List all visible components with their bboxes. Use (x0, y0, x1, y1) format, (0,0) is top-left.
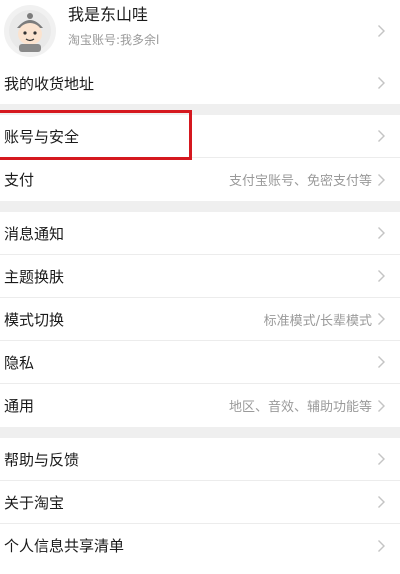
settings-item-label: 通用 (4, 397, 35, 415)
profile-account: 淘宝账号:我多余l (68, 32, 160, 47)
chevron-right-icon (378, 539, 385, 552)
settings-item-label: 账号与安全 (4, 127, 80, 146)
profile-header[interactable]: 我是东山哇 淘宝账号:我多余l (0, 0, 400, 62)
settings-item-mode-switch[interactable]: 模式切换 标准模式/长辈模式 (0, 298, 400, 341)
settings-item-value: 地区、音效、辅助功能等 (228, 400, 372, 415)
chevron-right-icon (378, 270, 385, 282)
settings-item-personal-info-list[interactable]: 个人信息共享清单 (0, 524, 400, 567)
chevron-right-icon (378, 399, 385, 412)
avatar-cartoon-icon (9, 10, 51, 52)
settings-item-label: 关于淘宝 (4, 493, 65, 512)
chevron-right-icon (378, 173, 385, 186)
chevron-right-icon (378, 496, 385, 508)
settings-item-label: 模式切换 (4, 310, 65, 329)
settings-item-about[interactable]: 关于淘宝 (0, 481, 400, 524)
settings-item-notifications[interactable]: 消息通知 (0, 212, 400, 255)
chevron-right-icon (378, 453, 385, 465)
settings-item-value: 支付宝账号、免密支付等 (228, 174, 372, 189)
chevron-right-icon (378, 313, 385, 325)
chevron-right-icon (378, 77, 385, 89)
settings-item-label: 我的收货地址 (4, 74, 95, 93)
section-divider (0, 427, 400, 438)
chevron-right-icon (378, 25, 385, 37)
settings-item-label: 消息通知 (4, 224, 65, 243)
settings-item-account-security[interactable]: 账号与安全 (0, 115, 400, 158)
profile-name: 我是东山哇 (68, 4, 149, 24)
settings-item-theme[interactable]: 主题换肤 (0, 255, 400, 298)
settings-item-privacy[interactable]: 隐私 (0, 341, 400, 384)
avatar[interactable] (4, 5, 56, 57)
settings-item-label: 隐私 (4, 353, 35, 372)
section-divider (0, 201, 400, 212)
chevron-right-icon (378, 227, 385, 239)
chevron-right-icon (378, 130, 385, 142)
settings-item-label: 个人信息共享清单 (4, 537, 125, 555)
settings-item-payment[interactable]: 支付 支付宝账号、免密支付等 (0, 158, 400, 201)
settings-item-help-feedback[interactable]: 帮助与反馈 (0, 438, 400, 481)
settings-item-label: 主题换肤 (4, 267, 65, 286)
section-divider (0, 104, 400, 115)
settings-item-label: 帮助与反馈 (4, 450, 80, 469)
settings-item-general[interactable]: 通用 地区、音效、辅助功能等 (0, 384, 400, 427)
settings-item-address[interactable]: 我的收货地址 (0, 62, 400, 104)
chevron-right-icon (378, 356, 385, 368)
settings-item-value: 标准模式/长辈模式 (263, 313, 372, 329)
settings-item-label: 支付 (4, 171, 35, 189)
